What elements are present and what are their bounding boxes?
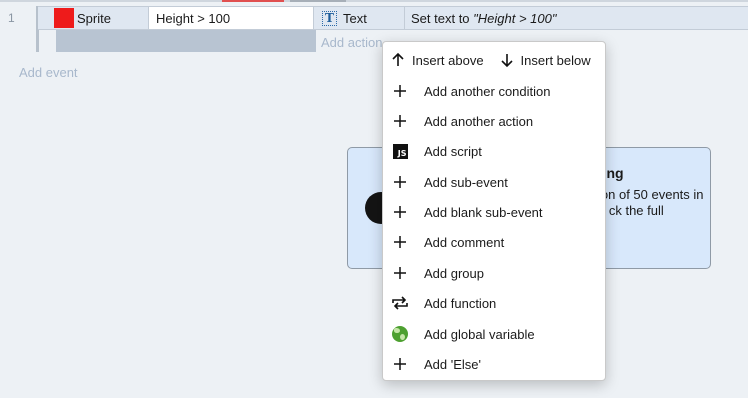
plus-icon xyxy=(391,264,409,282)
add-event-link[interactable]: Add event xyxy=(19,65,78,80)
condition-object-name: Sprite xyxy=(77,10,111,26)
menu-item-add-another-action[interactable]: Add another action xyxy=(383,106,605,136)
menu-item-label: Add blank sub-event xyxy=(424,204,543,220)
menu-item-label: Add 'Else' xyxy=(424,356,481,372)
js-badge: JS xyxy=(392,143,408,159)
arrow-down-icon xyxy=(500,54,513,68)
menu-item-add-another-condition[interactable]: Add another condition xyxy=(383,76,605,106)
globe-icon xyxy=(391,325,409,343)
menu-item-add-sub-event[interactable]: Add sub-event xyxy=(383,167,605,197)
arrow-up-icon xyxy=(392,52,404,66)
menu-item-add-script[interactable]: JS Add script xyxy=(383,136,605,166)
action-text-value: "Height > 100" xyxy=(473,10,557,26)
menu-item-label: Add script xyxy=(424,143,482,159)
menu-item-label: Add group xyxy=(424,265,484,281)
sprite-thumbnail-icon xyxy=(54,8,74,28)
menu-item-label: Add another action xyxy=(424,113,534,129)
menu-item-add-comment[interactable]: Add comment xyxy=(383,227,605,257)
insert-above-item[interactable]: Insert above xyxy=(383,45,484,75)
js-icon: JS xyxy=(391,142,409,160)
event-row[interactable]: Sprite Height > 100 T Text Set text to "… xyxy=(38,6,748,30)
plus-icon xyxy=(391,233,409,251)
plus-icon xyxy=(391,203,409,221)
action-object-name: Text xyxy=(343,10,367,26)
context-menu: Insert above Insert below Add another co… xyxy=(382,41,606,381)
plus-icon xyxy=(391,112,409,130)
plus-icon xyxy=(391,355,409,373)
menu-item-label: Add another condition xyxy=(424,83,551,99)
action[interactable]: Set text to "Height > 100" xyxy=(404,7,748,29)
insert-below-item[interactable]: Insert below xyxy=(484,45,591,75)
menu-item-label: Add sub-event xyxy=(424,174,508,190)
top-strip-red xyxy=(222,0,284,2)
event-row-number: 1 xyxy=(8,11,15,25)
menu-item-add-function[interactable]: Add function xyxy=(383,288,605,318)
menu-item-label: Add global variable xyxy=(424,326,535,342)
menu-item-add-else[interactable]: Add 'Else' xyxy=(383,349,605,379)
insert-row: Insert above Insert below xyxy=(383,42,605,78)
condition-text: Height > 100 xyxy=(156,10,231,26)
add-action-link[interactable]: Add action xyxy=(321,35,382,50)
top-strip xyxy=(0,0,748,2)
repeat-arrows-icon xyxy=(391,294,409,312)
condition-object[interactable]: Sprite xyxy=(54,7,148,29)
plus-icon xyxy=(391,173,409,191)
top-strip-grey xyxy=(290,0,346,2)
insert-above-label: Insert above xyxy=(412,52,484,68)
menu-item-add-blank-sub-event[interactable]: Add blank sub-event xyxy=(383,197,605,227)
action-object[interactable]: T Text xyxy=(314,7,404,29)
menu-item-label: Add function xyxy=(424,295,497,311)
menu-item-add-group[interactable]: Add group xyxy=(383,258,605,288)
plus-icon xyxy=(391,82,409,100)
menu-item-add-global-variable[interactable]: Add global variable xyxy=(383,319,605,349)
action-text-prefix: Set text to xyxy=(411,10,470,26)
event-actions-area[interactable] xyxy=(56,30,316,52)
dialog-body: ion of 50 events in a ck the full xyxy=(598,187,704,218)
condition[interactable]: Height > 100 xyxy=(148,7,314,29)
text-object-icon: T xyxy=(322,10,337,26)
insert-below-label: Insert below xyxy=(520,52,591,68)
menu-item-label: Add comment xyxy=(424,234,505,250)
